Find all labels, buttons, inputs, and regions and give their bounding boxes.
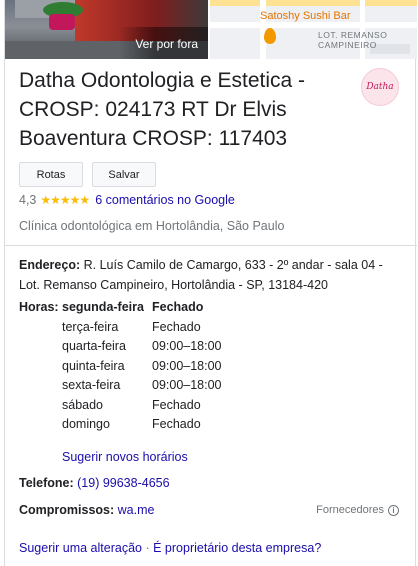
hours-day: domingo — [62, 417, 110, 431]
hours-day: sexta-feira — [62, 378, 121, 392]
rating-row: 4,3 ★★★★★ 6 comentários no Google — [19, 193, 235, 207]
reviews-link[interactable]: 6 comentários no Google — [95, 193, 235, 207]
map-area-label: LOT. REMANSO CAMPINEIRO — [318, 30, 388, 50]
hours-day: sábado — [62, 397, 104, 412]
street-photo[interactable]: Ver por fora — [5, 0, 209, 59]
hours-day: quinta-feira — [62, 358, 125, 373]
phone-section: Telefone: (19) 99638-4656 — [19, 476, 170, 490]
hours-time: Fechado — [152, 417, 201, 431]
suppliers-info[interactable]: Fornecedores i — [316, 504, 399, 516]
hours-time: 09:00–18:00 — [152, 378, 222, 392]
business-panel: Ver por fora Satoshy Sushi Bar LOT. REMA… — [4, 0, 417, 566]
owner-claim-link[interactable]: É proprietário desta empresa? — [153, 541, 321, 555]
phone-link[interactable]: (19) 99638-4656 — [77, 476, 169, 490]
address-label: Endereço: — [19, 258, 81, 272]
footer-separator: · — [145, 541, 150, 555]
save-button[interactable]: Salvar — [92, 162, 156, 187]
hours-day: quarta-feira — [62, 339, 126, 353]
rating-value: 4,3 — [19, 193, 37, 207]
hours-day: terça-feira — [62, 319, 119, 334]
suppliers-label: Fornecedores — [316, 504, 384, 516]
map-poi-label: Satoshy Sushi Bar — [260, 10, 351, 22]
business-category: Clínica odontológica em Hortolândia, São… — [19, 219, 285, 233]
photo-strip: Ver por fora Satoshy Sushi Bar LOT. REMA… — [5, 0, 417, 59]
hours-label: Horas: — [19, 300, 59, 314]
star-rating-icon: ★★★★★ — [40, 193, 90, 207]
business-logo[interactable]: Datha — [361, 68, 399, 106]
footer-links: Sugerir uma alteração · É proprietário d… — [19, 541, 321, 555]
business-title: Datha Odontologia e Estetica - CROSP: 02… — [19, 69, 306, 150]
hours-time: Fechado — [152, 300, 204, 314]
hours-time: Fechado — [152, 397, 201, 412]
divider — [5, 245, 417, 246]
map-pin-icon — [264, 28, 277, 44]
suggest-hours-link[interactable]: Sugerir novos horários — [62, 450, 188, 464]
commitments-label: Compromissos: — [19, 503, 115, 517]
commitments-section: Compromissos: wa.me — [19, 503, 154, 517]
address-section: Endereço: R. Luís Camilo de Camargo, 633… — [19, 255, 404, 295]
phone-label: Telefone: — [19, 476, 74, 490]
commitments-link[interactable]: wa.me — [118, 503, 155, 517]
map-thumbnail[interactable]: Satoshy Sushi Bar LOT. REMANSO CAMPINEIR… — [210, 0, 417, 59]
street-view-caption[interactable]: Ver por fora — [119, 27, 209, 59]
hours-time: 09:00–18:00 — [152, 358, 222, 373]
hours-time: Fechado — [152, 319, 201, 334]
hours-time: 09:00–18:00 — [152, 339, 222, 353]
suggest-edit-link[interactable]: Sugerir uma alteração — [19, 541, 142, 555]
info-icon[interactable]: i — [388, 504, 399, 516]
routes-button[interactable]: Rotas — [19, 162, 83, 187]
hours-day: segunda-feira — [62, 300, 144, 314]
